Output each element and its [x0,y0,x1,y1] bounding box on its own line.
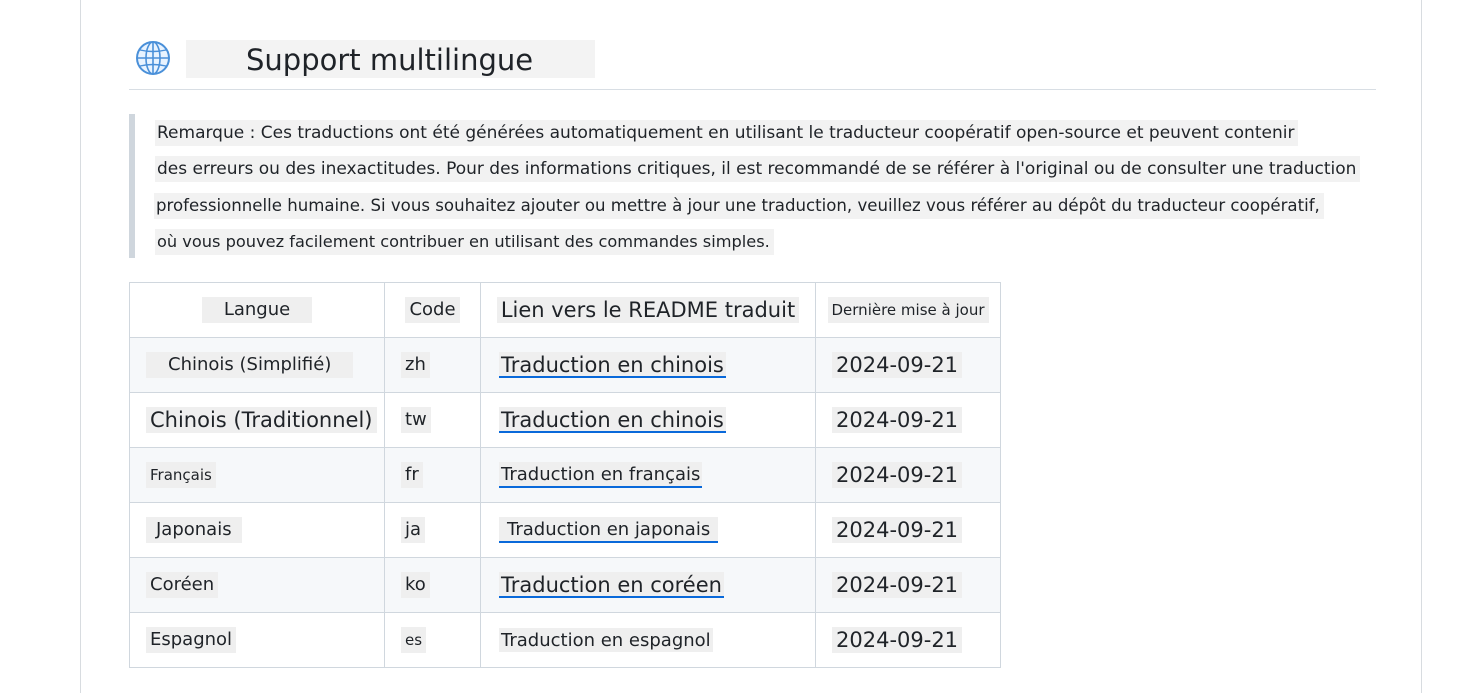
language-cell: Chinois (Traditionnel) [129,392,385,448]
date-cell: 2024-09-21 [815,557,1001,613]
link-cell: Traduction en coréen [480,557,816,613]
translation-link[interactable]: Traduction en coréen [499,572,724,598]
table-row: Espagnol es Traduction en espagnol 2024-… [129,612,1001,668]
link-cell: Traduction en espagnol [480,612,816,668]
note-line: Remarque : Ces traductions ont été génér… [155,120,1299,146]
section-heading: Support multilingue [129,38,1376,90]
date-cell: 2024-09-21 [815,612,1001,668]
date-cell: 2024-09-21 [815,392,1001,448]
date-cell: 2024-09-21 [815,337,1001,393]
note-line: où vous pouvez facilement contribuer en … [155,229,774,255]
code-cell: tw [384,392,481,448]
note-line: professionnelle humaine. Si vous souhait… [154,193,1324,219]
translation-link[interactable]: Traduction en chinois [499,407,726,433]
code-cell: zh [384,337,481,393]
language-cell: Japonais [129,502,385,558]
language-cell: Coréen [129,557,385,613]
link-cell: Traduction en français [480,447,816,503]
code-cell: ko [384,557,481,613]
language-cell: Français [129,447,385,503]
link-cell: Traduction en chinois [480,337,816,393]
translation-link[interactable]: Traduction en français [499,462,703,488]
section-title: Support multilingue [186,40,595,78]
languages-table: Langue Code Lien vers le README traduit … [129,282,1001,668]
table-row: Coréen ko Traduction en coréen 2024-09-2… [129,557,1001,613]
translation-link[interactable]: Traduction en chinois [499,352,726,378]
header-link: Lien vers le README traduit [480,282,816,338]
language-cell: Espagnol [129,612,385,668]
table-header-row: Langue Code Lien vers le README traduit … [129,282,1001,338]
date-cell: 2024-09-21 [815,447,1001,503]
note-line: des erreurs ou des inexactitudes. Pour d… [155,156,1361,182]
header-language: Langue [129,282,385,338]
code-cell: es [384,612,481,668]
code-cell: fr [384,447,481,503]
table-row: Chinois (Traditionnel) tw Traduction en … [129,392,1001,448]
table-row: Japonais ja Traduction en japonais 2024-… [129,502,1001,558]
translation-note: Remarque : Ces traductions ont été génér… [129,114,1379,258]
code-cell: ja [384,502,481,558]
header-code: Code [384,282,481,338]
date-cell: 2024-09-21 [815,502,1001,558]
translation-link[interactable]: Traduction en japonais [499,517,719,543]
table-row: Français fr Traduction en français 2024-… [129,447,1001,503]
translation-link[interactable]: Traduction en espagnol [499,628,713,652]
table-row: Chinois (Simplifié) zh Traduction en chi… [129,337,1001,393]
link-cell: Traduction en japonais [480,502,816,558]
globe-icon [136,41,170,75]
language-cell: Chinois (Simplifié) [129,337,385,393]
header-updated: Dernière mise à jour [815,282,1001,338]
link-cell: Traduction en chinois [480,392,816,448]
